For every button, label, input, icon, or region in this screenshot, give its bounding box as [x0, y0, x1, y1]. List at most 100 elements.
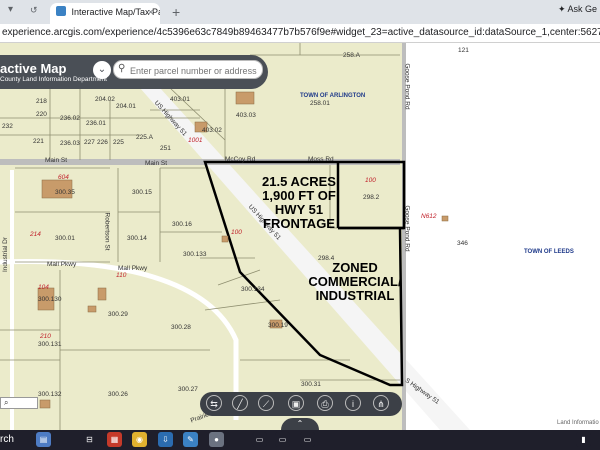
ask-button[interactable]: ✦ Ask Ge — [558, 4, 597, 15]
parcel-label: 236.03 — [60, 140, 80, 147]
unshaded-region — [405, 43, 600, 430]
parcel-label: 300.131 — [38, 341, 62, 348]
chrome-icon[interactable]: ◉ — [132, 432, 147, 447]
parcel-label: 236.01 — [86, 120, 106, 127]
road-label-main-st: Main St — [45, 157, 68, 164]
app-icon-5[interactable]: ▭ — [300, 432, 315, 447]
parcel-label: 300.26 — [108, 391, 128, 398]
parcel-label: 258.A — [343, 52, 360, 59]
acreage-line-3: HWY 51 — [274, 202, 324, 217]
acreage-annotation: 21.5 ACRES 1,900 FT OF HWY 51 FRONTAGE — [256, 175, 342, 231]
road-label-industrial-dr: Industrial Dr — [2, 236, 10, 273]
address-label: 104 — [38, 284, 49, 291]
parcel-label: 300.134 — [241, 286, 265, 293]
draw-icon[interactable]: ╱ — [232, 395, 248, 411]
map-view[interactable]: 121 258.A 258.01 403.01 403.03 403.02 20… — [0, 43, 600, 430]
parcel-label: 403.02 — [202, 127, 222, 134]
layers-icon[interactable]: ⇆ — [206, 395, 222, 411]
parcel-label: 221 — [33, 138, 44, 145]
parcel-label: 300.31 — [301, 381, 321, 388]
road-label-main-st: Main St — [145, 160, 168, 167]
info-icon[interactable]: i — [345, 395, 361, 411]
browser-tab[interactable]: Interactive Map/Tax Parcel App — [50, 3, 160, 24]
zoning-annotation: ZONED COMMERCIAL/ INDUSTRIAL — [300, 261, 410, 303]
address-url: experience.arcgis.com/experience/4c5396e… — [2, 27, 600, 38]
parcel-label: 225.A — [136, 134, 153, 141]
attribution-label: Land Informatio — [557, 420, 599, 426]
app-icon[interactable]: ▦ — [107, 432, 122, 447]
new-tab-button[interactable]: + — [172, 4, 180, 20]
road-label-robertson-st: Robertson St — [103, 212, 111, 251]
parcel-label: 204.02 — [95, 96, 115, 103]
bookmark-icon[interactable]: ▣ — [288, 395, 304, 411]
print-icon[interactable]: ⎙ — [317, 395, 333, 411]
app-icon-4[interactable]: ▭ — [275, 432, 290, 447]
parcel-label: 403.01 — [170, 96, 190, 103]
app-icon-2[interactable]: ● — [209, 432, 224, 447]
acreage-line-2: 1,900 FT OF — [262, 188, 336, 203]
parcel-label: 298.2 — [363, 194, 380, 201]
tab-list-icon[interactable]: ▾ — [8, 4, 13, 15]
parcel-label: 300.19 — [268, 322, 288, 329]
address-label: 604 — [58, 174, 69, 181]
search-input[interactable] — [128, 62, 264, 79]
zoning-line-1: ZONED — [332, 260, 378, 275]
task-view-icon[interactable]: ⊟ — [82, 432, 97, 447]
parcel-label: 300.14 — [127, 235, 147, 242]
parcel-label: 232 — [2, 123, 13, 130]
address-label: 100 — [231, 229, 242, 236]
share-icon[interactable]: ⋔ — [373, 395, 389, 411]
road-label-mccoy-rd: McCoy Rd — [225, 156, 256, 163]
city-widget-icon[interactable]: ▤ — [36, 432, 51, 447]
chevron-up-icon[interactable]: ⌃ — [281, 418, 319, 430]
tab-close-icon[interactable]: × — [148, 7, 153, 17]
zoning-line-2: COMMERCIAL/ — [308, 274, 402, 289]
parcel-label: 300.130 — [38, 296, 62, 303]
tray-icon[interactable]: ▮ — [576, 432, 591, 447]
parcel-label: 225 — [113, 139, 124, 146]
map-canvas — [0, 43, 600, 430]
taskbar-search-label[interactable]: rch — [0, 434, 14, 445]
parcel-label: 300.29 — [108, 311, 128, 318]
zoning-line-3: INDUSTRIAL — [315, 288, 395, 303]
parcel-label: 258.01 — [310, 100, 330, 107]
parcel-label: 121 — [458, 47, 469, 54]
history-icon[interactable]: ↺ — [30, 5, 38, 16]
road-label-mall-pkwy: Mall Pkwy — [47, 261, 77, 268]
parcel-label: 220 — [36, 111, 47, 118]
parcel-label: 236.02 — [60, 115, 80, 122]
search-icon: ⚲ — [118, 63, 126, 74]
parcel-label: 227 — [84, 139, 95, 146]
measure-icon[interactable]: ⟋ — [258, 395, 274, 411]
parcel-label: 403.03 — [236, 112, 256, 119]
parcel-label: 346 — [457, 240, 468, 247]
address-label: 1001 — [188, 137, 203, 144]
parcel-label: 300.01 — [55, 235, 75, 242]
parcel-label: 300.27 — [178, 386, 198, 393]
parcel-label: 300.35 — [55, 189, 75, 196]
app-icon-3[interactable]: ▭ — [252, 432, 267, 447]
parcel-label: 218 — [36, 98, 47, 105]
parcel-label: 300.15 — [132, 189, 152, 196]
search-box[interactable]: ⚲ — [113, 60, 264, 79]
paint-icon[interactable]: ✎ — [183, 432, 198, 447]
parcel-label: 204.01 — [116, 103, 136, 110]
town-label: TOWN OF LEEDS — [524, 249, 574, 255]
address-bar[interactable]: experience.arcgis.com/experience/4c5396e… — [0, 24, 600, 43]
address-label: 100 — [365, 177, 376, 184]
parcel-label: 251 — [160, 145, 171, 152]
parcel-label: 300.132 — [38, 391, 62, 398]
address-label: N612 — [421, 213, 437, 220]
parcel-label: 300.16 — [172, 221, 192, 228]
acreage-line-4: FRONTAGE — [263, 216, 335, 231]
chevron-down-icon[interactable]: ⌄ — [93, 61, 111, 79]
app-subtitle: County Land Information Department — [0, 76, 107, 83]
download-icon[interactable]: ⇩ — [158, 432, 173, 447]
address-label: 210 — [40, 333, 51, 340]
road-label-goose-pond-rd: Goose Pond Rd — [403, 205, 411, 252]
address-label: 110 — [116, 272, 127, 279]
zoom-widget[interactable]: ⌕ — [0, 397, 38, 409]
parcel-label: 300.133 — [183, 251, 207, 258]
favicon-icon — [56, 6, 66, 16]
address-label: 214 — [30, 231, 41, 238]
